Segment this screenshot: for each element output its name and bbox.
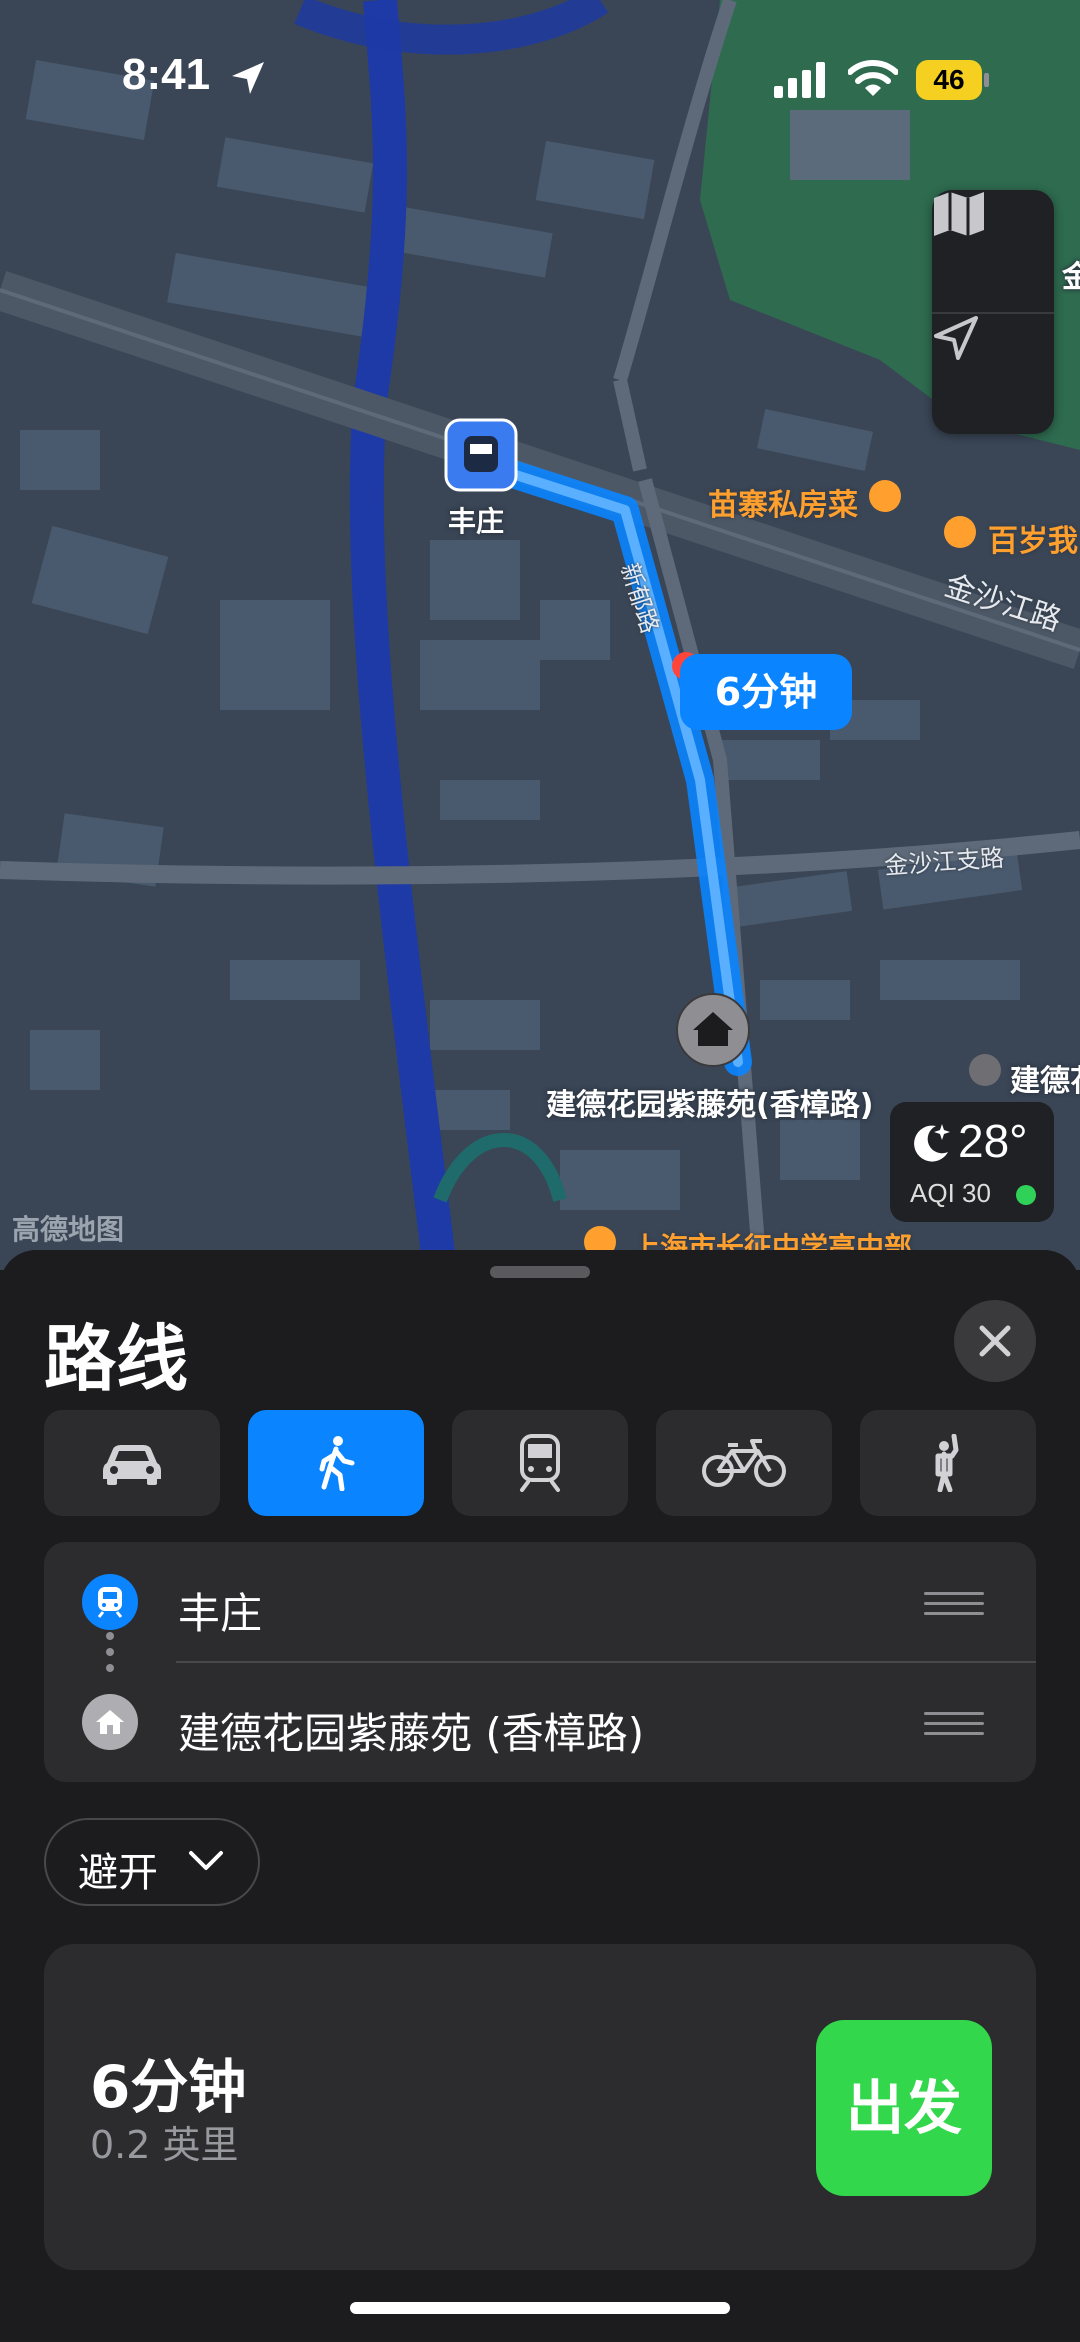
close-button[interactable] bbox=[954, 1300, 1036, 1382]
home-icon bbox=[96, 1710, 124, 1734]
directions-sheet: 路线 丰庄 建德花园紫藤苑 (香樟路) 避开 6分钟 0.2 英里 出发 bbox=[0, 1250, 1080, 2342]
moon-icon bbox=[914, 1124, 950, 1162]
destination-label[interactable]: 建德花园紫藤苑(香樟路) bbox=[546, 1080, 873, 1124]
mode-cycle-button[interactable] bbox=[656, 1410, 832, 1516]
chevron-down-icon bbox=[189, 1851, 223, 1870]
map-type-button[interactable] bbox=[932, 190, 1054, 310]
destination-name: 建德花园紫藤苑 (香樟路) bbox=[178, 1709, 645, 1758]
avoid-label: 避开 bbox=[78, 1850, 158, 1896]
status-bar: 8:41 46 bbox=[0, 0, 1080, 150]
map-controls bbox=[932, 190, 1054, 434]
mode-drive-button[interactable] bbox=[44, 1410, 220, 1516]
mode-rideshare-button[interactable] bbox=[860, 1410, 1036, 1516]
wifi-icon bbox=[848, 60, 898, 96]
location-arrow-icon bbox=[934, 316, 978, 360]
walk-icon bbox=[319, 1436, 355, 1491]
avoid-button[interactable]: 避开 bbox=[44, 1818, 260, 1906]
close-icon bbox=[979, 1325, 1011, 1357]
reorder-handle-icon[interactable] bbox=[924, 1712, 984, 1735]
status-time: 8:41 bbox=[122, 50, 211, 99]
route-stops: 丰庄 建德花园紫藤苑 (香樟路) bbox=[44, 1542, 1036, 1782]
corner-label: 金 bbox=[1062, 260, 1080, 295]
origin-marker bbox=[82, 1574, 138, 1630]
weather-widget[interactable]: 28° AQI 30 bbox=[890, 1102, 1054, 1222]
destination2-label[interactable]: 建德花 bbox=[1010, 1056, 1080, 1100]
location-services-icon bbox=[232, 62, 264, 94]
battery-indicator: 46 bbox=[916, 60, 982, 100]
route-option-card[interactable]: 6分钟 0.2 英里 出发 bbox=[44, 1944, 1036, 2270]
destination-marker bbox=[82, 1694, 138, 1750]
aqi-status-dot bbox=[1016, 1185, 1036, 1205]
map-watermark: 高德地图 bbox=[12, 1213, 125, 1246]
restaurant2-label[interactable]: 百岁我 bbox=[988, 516, 1078, 560]
reorder-handle-icon[interactable] bbox=[924, 1592, 984, 1615]
battery-cap bbox=[984, 73, 989, 87]
map-canvas bbox=[0, 0, 1080, 1270]
cellular-signal-icon bbox=[774, 62, 825, 98]
sheet-grabber[interactable] bbox=[490, 1266, 590, 1278]
go-button[interactable]: 出发 bbox=[816, 2020, 992, 2196]
weather-aqi: AQI 30 bbox=[910, 1178, 991, 1208]
route-distance: 0.2 英里 bbox=[90, 2123, 239, 2167]
stop-destination[interactable]: 建德花园紫藤苑 (香樟路) bbox=[44, 1662, 1036, 1782]
transit-icon bbox=[520, 1434, 560, 1492]
mode-walk-button[interactable] bbox=[248, 1410, 424, 1516]
station-label[interactable]: 丰庄 bbox=[448, 500, 504, 540]
car-icon bbox=[103, 1445, 161, 1485]
bike-icon bbox=[702, 1439, 786, 1487]
map-view[interactable]: 丰庄 苗寨私房菜 百岁我 金沙江路 新郁路 金沙江支路 建德花园紫藤苑(香樟路)… bbox=[0, 0, 1080, 1270]
restaurant-label[interactable]: 苗寨私房菜 bbox=[708, 480, 858, 524]
locate-button[interactable] bbox=[932, 314, 1054, 434]
transport-mode-selector bbox=[44, 1410, 1036, 1516]
rideshare-icon bbox=[935, 1434, 959, 1492]
origin-name: 丰庄 bbox=[178, 1589, 263, 1638]
sheet-title: 路线 bbox=[44, 1317, 189, 1401]
home-indicator[interactable] bbox=[350, 2302, 730, 2314]
mode-transit-button[interactable] bbox=[452, 1410, 628, 1516]
stop-origin[interactable]: 丰庄 bbox=[44, 1542, 1036, 1662]
eta-bubble[interactable]: 6分钟 bbox=[680, 654, 852, 730]
route-duration: 6分钟 bbox=[90, 2053, 247, 2121]
weather-temp: 28° bbox=[958, 1115, 1028, 1167]
map-icon bbox=[934, 192, 984, 236]
train-icon bbox=[97, 1587, 123, 1618]
